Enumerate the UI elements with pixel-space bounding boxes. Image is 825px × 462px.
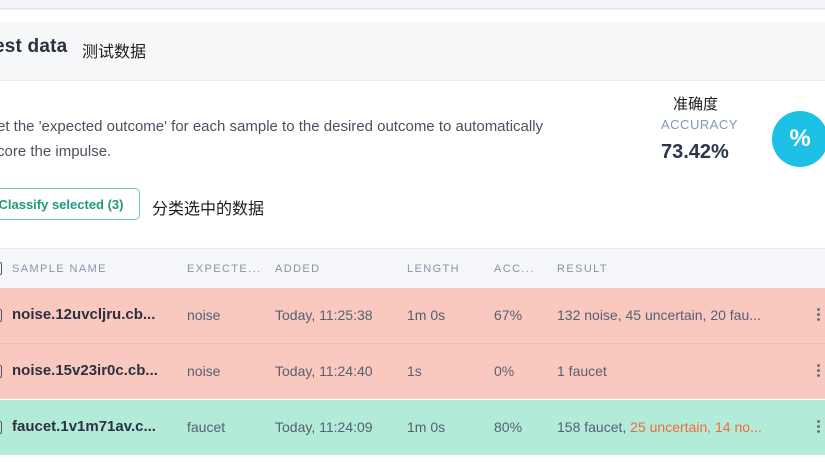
result-noise: 14 no...: [715, 419, 762, 435]
classification-result: 1 faucet: [557, 363, 607, 379]
sample-name[interactable]: noise.12uvcljru.cb...: [12, 306, 155, 323]
table-header: SAMPLE NAME EXPECTE... ADDED LENGTH ACC.…: [0, 248, 825, 289]
column-sample-name[interactable]: SAMPLE NAME: [12, 263, 107, 275]
sample-length: 1m 0s: [407, 419, 446, 435]
classification-result: 158 faucet, 25 uncertain, 14 no...: [557, 419, 762, 435]
column-expected[interactable]: EXPECTE...: [187, 263, 262, 275]
result-separator: ,: [707, 419, 716, 435]
added-time: Today, 11:24:40: [275, 363, 373, 379]
sample-accuracy: 80%: [494, 419, 523, 435]
sample-accuracy: 67%: [494, 307, 523, 323]
row-checkbox[interactable]: [0, 421, 2, 434]
result-text: 158 faucet,: [557, 419, 631, 435]
sample-length: 1m 0s: [407, 307, 446, 323]
accuracy-label: ACCURACY: [661, 117, 738, 132]
column-result[interactable]: RESULT: [557, 263, 608, 275]
classify-annotation: 分类选中的数据: [152, 199, 265, 218]
column-accuracy[interactable]: ACC...: [494, 263, 535, 275]
result-uncertain: 25 uncertain: [630, 419, 708, 435]
sample-name[interactable]: faucet.1v1m71av.c...: [12, 418, 156, 435]
section-title-annotation: 测试数据: [82, 42, 147, 61]
description-line-2: core the impulse.: [0, 143, 112, 160]
row-menu-icon[interactable]: [817, 364, 821, 379]
accuracy-annotation: 准确度: [673, 95, 719, 113]
table-row[interactable]: noise.15v23ir0c.cb... noise Today, 11:24…: [0, 344, 825, 399]
description-line-1: et the 'expected outcome' for each sampl…: [0, 118, 544, 135]
classification-result: 132 noise, 45 uncertain, 20 fau...: [557, 307, 761, 323]
table-row[interactable]: noise.12uvcljru.cb... noise Today, 11:25…: [0, 288, 825, 343]
section-description: et the 'expected outcome' for each sampl…: [0, 114, 637, 164]
expected-outcome: noise: [187, 363, 221, 379]
row-menu-icon[interactable]: [817, 420, 821, 435]
percent-icon: %: [772, 111, 825, 167]
result-text: 132 noise, 45 uncertain, 20 fau...: [557, 307, 761, 323]
column-added[interactable]: ADDED: [275, 263, 321, 275]
row-checkbox[interactable]: [0, 365, 2, 378]
row-menu-icon[interactable]: [817, 308, 821, 323]
added-time: Today, 11:25:38: [275, 307, 373, 323]
expected-outcome: noise: [187, 307, 221, 323]
expected-outcome: faucet: [187, 419, 226, 435]
table-row[interactable]: faucet.1v1m71av.c... faucet Today, 11:24…: [0, 400, 825, 455]
result-text: 1 faucet: [557, 363, 607, 379]
section-title: est data: [0, 36, 68, 57]
accuracy-value: 73.42%: [661, 141, 729, 163]
sample-length: 1s: [407, 363, 422, 379]
sample-accuracy: 0%: [494, 363, 515, 379]
select-all-checkbox[interactable]: [0, 262, 2, 275]
added-time: Today, 11:24:09: [275, 419, 373, 435]
top-divider: [0, 0, 825, 9]
column-length[interactable]: LENGTH: [407, 263, 460, 275]
row-checkbox[interactable]: [0, 309, 2, 322]
sample-name[interactable]: noise.15v23ir0c.cb...: [12, 362, 158, 379]
classify-selected-button[interactable]: Classify selected (3): [0, 188, 140, 220]
